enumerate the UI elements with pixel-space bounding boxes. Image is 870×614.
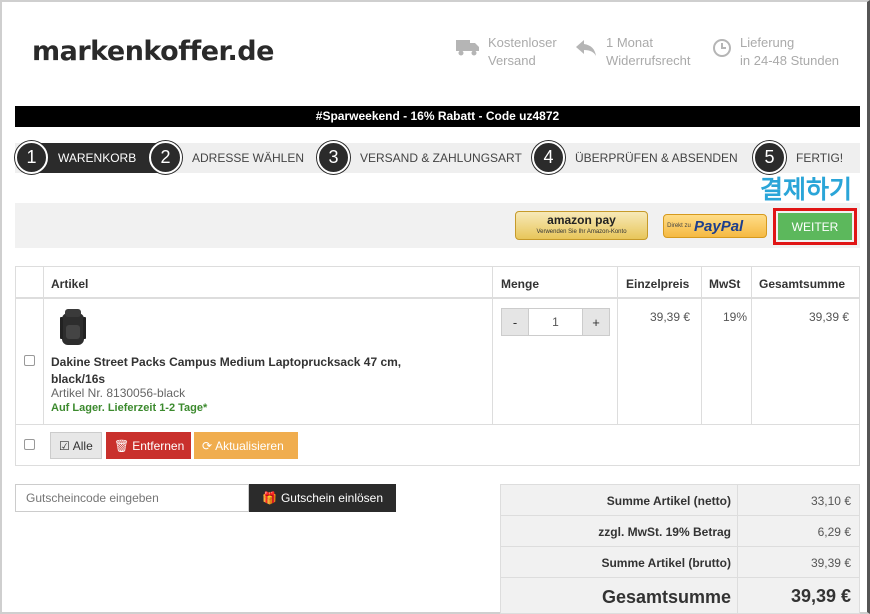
step-label: Adresse wählen xyxy=(192,151,305,165)
usp-line2: Widerrufsrecht xyxy=(606,53,691,68)
summary-label: zzgl. MwSt. 19% Betrag xyxy=(598,525,731,539)
usp-line1: Lieferung xyxy=(740,35,795,50)
summary-row: Summe Artikel (netto) 33,10 € xyxy=(501,485,859,516)
summary-value: 33,10 € xyxy=(810,494,851,508)
grand-total-label: Gesamtsumme xyxy=(601,587,731,607)
refresh-icon: ⟳ xyxy=(202,438,213,453)
item-checkbox[interactable] xyxy=(24,355,35,366)
step-adresse[interactable]: 2 Adresse wählen xyxy=(149,141,305,174)
step-number: 3 xyxy=(317,141,350,174)
step-label: Fertig! xyxy=(796,151,844,165)
remove-label: Entfernen xyxy=(132,438,185,453)
step-number: 1 xyxy=(15,141,48,174)
paypal-label: PayPal xyxy=(694,217,744,235)
step-number: 4 xyxy=(532,141,565,174)
col-divider xyxy=(43,267,44,424)
step-label: Versand & Zahlungsart xyxy=(360,151,522,165)
select-all-label: Alle xyxy=(72,438,93,453)
article-number: Artikel Nr. 8130056-black xyxy=(51,386,186,400)
summary-label: Summe Artikel (netto) xyxy=(606,494,731,508)
stock-status: Auf Lager. Lieferzeit 1-2 Tage* xyxy=(51,402,208,414)
col-menge: Menge xyxy=(501,277,540,291)
summary-row: Summe Artikel (brutto) 39,39 € xyxy=(501,547,859,578)
usp-free-shipping: Kostenloser Versand xyxy=(456,34,557,70)
col-divider xyxy=(492,267,493,424)
payment-bar: amazon pay Verwenden Sie Ihr Amazon-Kont… xyxy=(15,203,860,248)
summary-value: 6,29 € xyxy=(817,525,851,539)
quantity-input[interactable] xyxy=(528,309,583,335)
usp-line2: Versand xyxy=(488,53,536,68)
usp-line1: Kostenloser xyxy=(488,35,557,50)
usp-line1: 1 Monat xyxy=(606,35,653,50)
step-fertig[interactable]: 5 Fertig! xyxy=(753,141,844,174)
backpack-product-image[interactable] xyxy=(56,307,90,347)
summary-row: zzgl. MwSt. 19% Betrag 6,29 € xyxy=(501,516,859,547)
amazon-pay-sub: Verwenden Sie Ihr Amazon-Konto xyxy=(536,229,627,235)
remove-button[interactable]: 🗑 Entfernen xyxy=(106,432,191,459)
step-label: Überprüfen & absenden xyxy=(575,151,738,165)
truck-icon xyxy=(456,40,479,56)
amazon-pay-button[interactable]: amazon pay Verwenden Sie Ihr Amazon-Kont… xyxy=(515,211,648,240)
clock-icon xyxy=(713,39,731,57)
qty-plus-button[interactable]: + xyxy=(583,309,609,335)
return-arrow-icon xyxy=(576,40,596,56)
coupon-input[interactable] xyxy=(15,484,249,512)
order-summary: Summe Artikel (netto) 33,10 € zzgl. MwSt… xyxy=(500,484,860,614)
col-artikel: Artikel xyxy=(51,277,89,291)
weiter-highlight: WEITER xyxy=(773,208,857,245)
redeem-coupon-label: Gutschein einlösen xyxy=(280,491,384,505)
qty-minus-button[interactable]: - xyxy=(502,309,528,335)
cart-table: Artikel Menge Einzelpreis MwSt Gesamtsum… xyxy=(15,266,860,466)
select-all-checkbox[interactable] xyxy=(24,439,35,450)
vat-rate: 19% xyxy=(723,310,748,324)
row-divider xyxy=(16,424,859,425)
summary-label: Summe Artikel (brutto) xyxy=(601,556,731,570)
redeem-coupon-button[interactable]: 🎁 Gutschein einlösen xyxy=(249,484,396,512)
select-all-button[interactable]: ☑ Alle xyxy=(50,432,102,459)
check-square-icon: ☑ xyxy=(59,438,70,453)
update-button[interactable]: ⟳ Aktualisieren xyxy=(194,432,298,459)
step-number: 2 xyxy=(149,141,182,174)
step-pruefen[interactable]: 4 Überprüfen & absenden xyxy=(532,141,738,174)
col-divider xyxy=(617,267,618,424)
step-warenkorb[interactable]: 1 Warenkorb xyxy=(15,141,137,174)
update-label: Aktualisieren xyxy=(215,438,284,453)
paypal-prefix: Direkt zu xyxy=(667,223,691,229)
usp-delivery: Lieferung in 24-48 Stunden xyxy=(712,34,839,70)
col-mwst: MwSt xyxy=(709,277,741,291)
promo-banner: #Sparweekend - 16% Rabatt - Code uz4872 xyxy=(15,106,860,127)
gift-icon: 🎁 xyxy=(261,491,277,505)
usp-return: 1 Monat Widerrufsrecht xyxy=(574,34,691,70)
amazon-pay-label: amazon pay xyxy=(547,213,616,227)
usp-line2: in 24-48 Stunden xyxy=(740,53,840,68)
col-divider xyxy=(701,267,702,424)
annotation-label: 결제하기 xyxy=(760,175,853,204)
weiter-button[interactable]: WEITER xyxy=(778,213,852,240)
quantity-stepper: - + xyxy=(501,308,610,336)
trash-icon: 🗑 xyxy=(114,438,130,453)
summary-value: 39,39 € xyxy=(810,556,851,570)
grand-total-row: Gesamtsumme 39,39 € xyxy=(501,578,859,614)
col-einzelpreis: Einzelpreis xyxy=(626,277,690,291)
col-divider xyxy=(751,267,752,424)
paypal-button[interactable]: Direkt zu PayPal xyxy=(663,214,767,238)
col-gesamt: Gesamtsumme xyxy=(759,277,846,291)
logo[interactable]: markenkoffer.de xyxy=(32,36,274,67)
step-versand[interactable]: 3 Versand & Zahlungsart xyxy=(317,141,522,174)
step-label: Warenkorb xyxy=(58,151,137,165)
grand-total-value: 39,39 € xyxy=(790,586,851,606)
product-name[interactable]: Dakine Street Packs Campus Medium Laptop… xyxy=(51,354,451,388)
unit-price: 39,39 € xyxy=(650,310,691,324)
item-total: 39,39 € xyxy=(809,310,850,324)
cart-header-row: Artikel Menge Einzelpreis MwSt Gesamtsum… xyxy=(16,267,859,299)
checkout-steps: 1 Warenkorb 2 Adresse wählen 3 Versand &… xyxy=(15,141,860,174)
